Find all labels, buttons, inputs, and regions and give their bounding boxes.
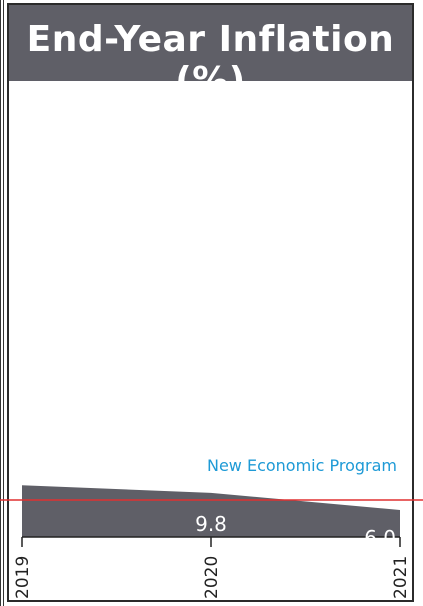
chart-area: 2019 2020 2021 9.8 6.0 New Economic Program <box>0 456 423 599</box>
data-label: 6.0 <box>364 526 396 550</box>
x-tick-label: 2020 <box>202 556 222 599</box>
data-label: 9.8 <box>195 512 227 536</box>
x-tick-label: 2021 <box>391 556 411 599</box>
annotation-new-economic-program: New Economic Program <box>207 456 397 475</box>
x-tick-label: 2019 <box>13 556 33 599</box>
